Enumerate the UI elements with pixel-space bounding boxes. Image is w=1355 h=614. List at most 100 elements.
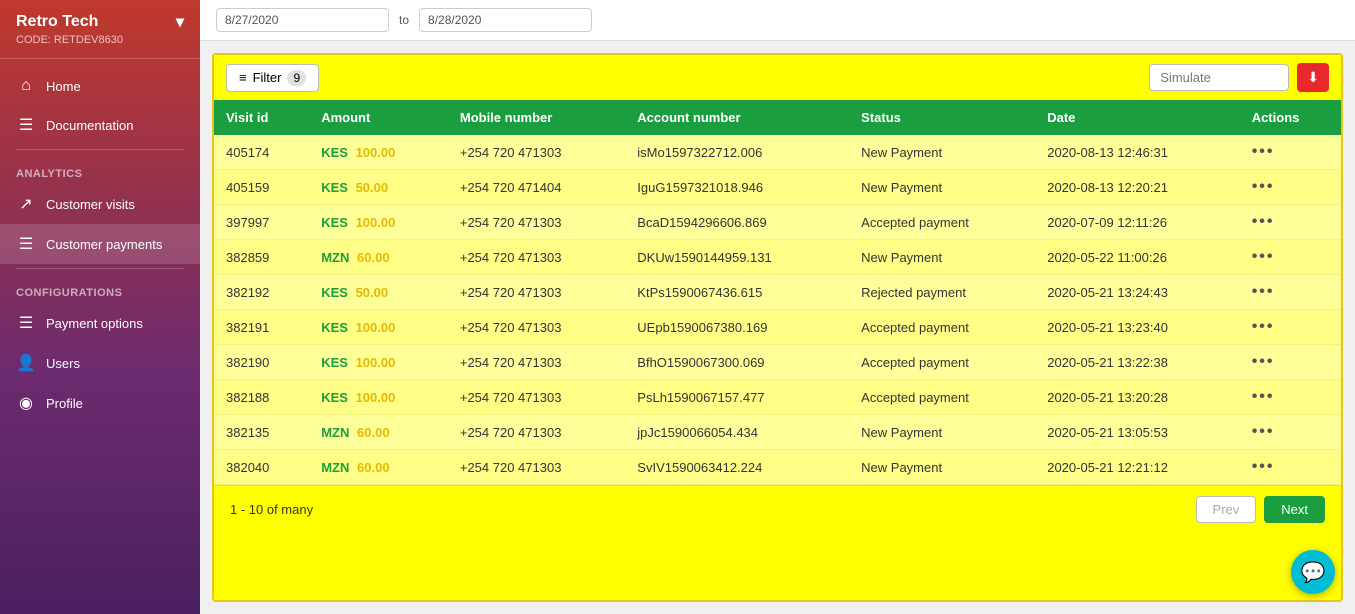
cell-account: UEpb1590067380.169 <box>625 310 849 345</box>
brand-code: CODE: RETDEV8630 <box>16 34 184 46</box>
brand[interactable]: Retro Tech ▾ CODE: RETDEV8630 <box>0 0 200 59</box>
amount-value: 100.00 <box>356 355 396 370</box>
col-header-date: Date <box>1035 100 1239 135</box>
table-row: 405159 KES 50.00 +254 720 471404 IguG159… <box>214 170 1341 205</box>
prev-button[interactable]: Prev <box>1196 496 1257 523</box>
sidebar-item-profile-label: Profile <box>46 396 83 411</box>
cell-actions[interactable]: ••• <box>1240 205 1341 240</box>
cell-amount: KES 100.00 <box>309 345 448 380</box>
simulate-input[interactable] <box>1149 64 1289 91</box>
row-actions-button[interactable]: ••• <box>1252 423 1275 440</box>
cell-actions[interactable]: ••• <box>1240 415 1341 450</box>
customer-visits-icon: ↗ <box>16 194 36 214</box>
cell-actions[interactable]: ••• <box>1240 275 1341 310</box>
sidebar-item-payment-options[interactable]: ☰ Payment options <box>0 303 200 343</box>
filter-icon: ≡ <box>239 70 247 85</box>
cell-status: New Payment <box>849 135 1035 170</box>
users-icon: 👤 <box>16 353 36 373</box>
sidebar-item-users[interactable]: 👤 Users <box>0 343 200 383</box>
table-row: 405174 KES 100.00 +254 720 471303 isMo15… <box>214 135 1341 170</box>
sidebar-item-home[interactable]: ⌂ Home <box>0 67 200 105</box>
sidebar-item-home-label: Home <box>46 79 81 94</box>
cell-mobile: +254 720 471303 <box>448 380 625 415</box>
row-actions-button[interactable]: ••• <box>1252 353 1275 370</box>
cell-account: KtPs1590067436.615 <box>625 275 849 310</box>
cell-status: New Payment <box>849 240 1035 275</box>
cell-actions[interactable]: ••• <box>1240 240 1341 275</box>
download-button[interactable]: ⬇ <box>1297 63 1329 92</box>
cell-date: 2020-05-21 13:23:40 <box>1035 310 1239 345</box>
row-actions-button[interactable]: ••• <box>1252 143 1275 160</box>
from-date-input[interactable] <box>216 8 389 32</box>
date-separator: to <box>399 13 409 27</box>
currency-label: MZN <box>321 250 349 265</box>
cell-visit-id: 382188 <box>214 380 309 415</box>
cell-amount: KES 100.00 <box>309 380 448 415</box>
pagination-info: 1 - 10 of many <box>230 502 313 517</box>
currency-label: KES <box>321 215 348 230</box>
currency-label: KES <box>321 355 348 370</box>
cell-date: 2020-07-09 12:11:26 <box>1035 205 1239 240</box>
amount-value: 60.00 <box>357 460 390 475</box>
row-actions-button[interactable]: ••• <box>1252 178 1275 195</box>
cell-account: BfhO1590067300.069 <box>625 345 849 380</box>
cell-actions[interactable]: ••• <box>1240 450 1341 485</box>
cell-account: IguG1597321018.946 <box>625 170 849 205</box>
sidebar-item-payment-options-label: Payment options <box>46 316 143 331</box>
cell-account: SvIV1590063412.224 <box>625 450 849 485</box>
cell-actions[interactable]: ••• <box>1240 380 1341 415</box>
documentation-icon: ☰ <box>16 115 36 135</box>
cell-date: 2020-05-21 13:22:38 <box>1035 345 1239 380</box>
cell-actions[interactable]: ••• <box>1240 345 1341 380</box>
table-row: 382859 MZN 60.00 +254 720 471303 DKUw159… <box>214 240 1341 275</box>
currency-label: KES <box>321 285 348 300</box>
cell-actions[interactable]: ••• <box>1240 170 1341 205</box>
col-header-account: Account number <box>625 100 849 135</box>
next-button[interactable]: Next <box>1264 496 1325 523</box>
sidebar-item-customer-visits[interactable]: ↗ Customer visits <box>0 184 200 224</box>
row-actions-button[interactable]: ••• <box>1252 318 1275 335</box>
sidebar-item-customer-payments-label: Customer payments <box>46 237 162 252</box>
amount-value: 100.00 <box>356 215 396 230</box>
cell-account: isMo1597322712.006 <box>625 135 849 170</box>
cell-mobile: +254 720 471404 <box>448 170 625 205</box>
row-actions-button[interactable]: ••• <box>1252 458 1275 475</box>
cell-actions[interactable]: ••• <box>1240 135 1341 170</box>
col-header-actions: Actions <box>1240 100 1341 135</box>
chat-button[interactable]: 💬 <box>1291 550 1335 594</box>
filter-button[interactable]: ≡ Filter 9 <box>226 64 319 92</box>
amount-value: 50.00 <box>356 285 389 300</box>
row-actions-button[interactable]: ••• <box>1252 283 1275 300</box>
cell-visit-id: 405174 <box>214 135 309 170</box>
amount-value: 60.00 <box>357 425 390 440</box>
cell-visit-id: 382859 <box>214 240 309 275</box>
row-actions-button[interactable]: ••• <box>1252 248 1275 265</box>
to-date-input[interactable] <box>419 8 592 32</box>
home-icon: ⌂ <box>16 77 36 95</box>
sidebar-item-profile[interactable]: ◉ Profile <box>0 383 200 423</box>
pagination: 1 - 10 of many Prev Next <box>214 485 1341 533</box>
cell-account: PsLh1590067157.477 <box>625 380 849 415</box>
row-actions-button[interactable]: ••• <box>1252 388 1275 405</box>
currency-label: KES <box>321 390 348 405</box>
payment-options-icon: ☰ <box>16 313 36 333</box>
cell-visit-id: 382192 <box>214 275 309 310</box>
cell-status: Accepted payment <box>849 310 1035 345</box>
table-row: 382135 MZN 60.00 +254 720 471303 jpJc159… <box>214 415 1341 450</box>
sidebar-item-customer-payments[interactable]: ☰ Customer payments <box>0 224 200 264</box>
table-row: 382188 KES 100.00 +254 720 471303 PsLh15… <box>214 380 1341 415</box>
customer-payments-icon: ☰ <box>16 234 36 254</box>
cell-date: 2020-05-21 13:20:28 <box>1035 380 1239 415</box>
currency-label: MZN <box>321 460 349 475</box>
table-row: 382190 KES 100.00 +254 720 471303 BfhO15… <box>214 345 1341 380</box>
pagination-buttons: Prev Next <box>1196 496 1325 523</box>
currency-label: MZN <box>321 425 349 440</box>
sidebar-item-documentation[interactable]: ☰ Documentation <box>0 105 200 145</box>
cell-amount: MZN 60.00 <box>309 450 448 485</box>
cell-status: Accepted payment <box>849 205 1035 240</box>
filter-count: 9 <box>287 70 306 86</box>
cell-amount: KES 100.00 <box>309 135 448 170</box>
cell-actions[interactable]: ••• <box>1240 310 1341 345</box>
amount-value: 60.00 <box>357 250 390 265</box>
row-actions-button[interactable]: ••• <box>1252 213 1275 230</box>
